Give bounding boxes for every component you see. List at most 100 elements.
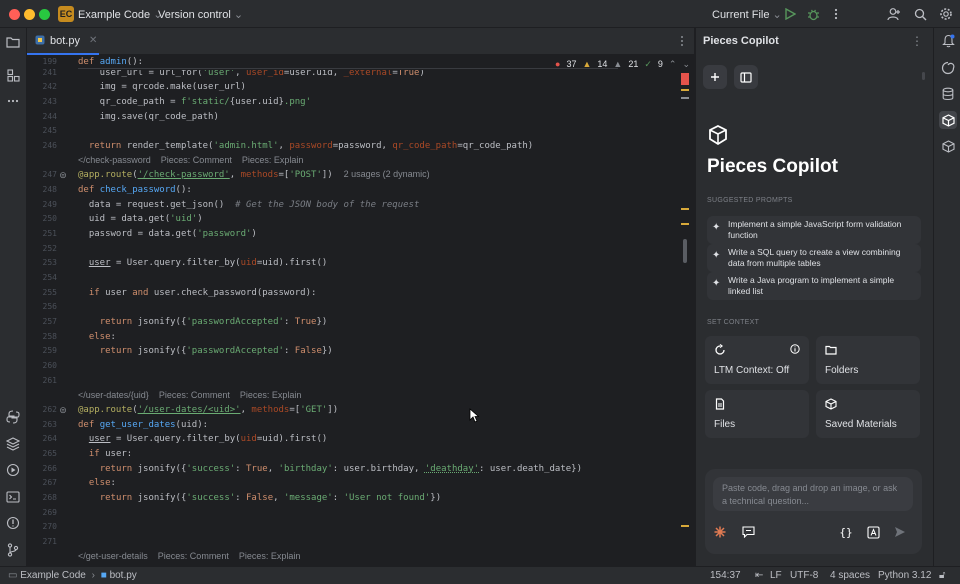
box-icon <box>825 398 837 410</box>
pieces-comment-link[interactable]: Pieces: Comment <box>159 390 230 400</box>
line-number: 248 <box>42 185 57 194</box>
line-number: 263 <box>42 420 57 429</box>
git-branch-icon[interactable] <box>4 541 22 559</box>
scrollbar-thumb[interactable] <box>683 239 687 263</box>
pieces-code-lens[interactable]: </get-user-details Pieces: Comment Pieces:… <box>78 550 310 563</box>
minimize-window-button[interactable] <box>24 9 35 20</box>
pieces-explain-link[interactable]: Pieces: Explain <box>240 390 302 400</box>
breadcrumb-project[interactable]: Example Code <box>20 570 86 581</box>
image-text-icon[interactable] <box>866 525 880 539</box>
project-selector[interactable]: Example Code ⌄ <box>78 8 162 21</box>
line-number: 250 <box>42 214 57 223</box>
route-hint[interactable]: </get-user-details <box>78 551 148 561</box>
info-icon[interactable] <box>790 344 800 354</box>
warning-mark[interactable] <box>681 208 689 210</box>
inspection-widget[interactable]: ● 37 ▲ 14 ▲ 21 ✓ 9 ⌃ ⌄ <box>555 58 690 70</box>
folders-card[interactable]: Folders <box>816 336 920 384</box>
indent-setting[interactable]: 4 spaces <box>830 570 870 581</box>
card-label: Saved Materials <box>825 419 897 430</box>
files-card[interactable]: Files <box>705 390 809 438</box>
tab-bot-py[interactable]: bot.py ✕ <box>27 28 99 55</box>
line-number: 242 <box>42 82 57 91</box>
services-icon[interactable] <box>4 461 22 479</box>
line-separator[interactable]: LF <box>770 570 782 581</box>
chat-bubble-icon[interactable] <box>741 525 755 539</box>
run-icon[interactable] <box>781 5 799 23</box>
debug-icon[interactable] <box>804 5 822 23</box>
pieces-copilot-icon[interactable] <box>939 111 957 129</box>
terminal-icon[interactable] <box>4 488 22 506</box>
endpoint-icon[interactable]: ⊜ <box>57 403 69 417</box>
route-hint[interactable]: </check-password <box>78 155 151 165</box>
problems-icon[interactable] <box>4 514 22 532</box>
folder-icon <box>825 345 837 355</box>
file-encoding[interactable]: UTF-8 <box>790 570 818 581</box>
code-line: return jsonify({'success': False, 'messa… <box>99 493 442 503</box>
toggle-sidebar-button[interactable] <box>734 65 758 89</box>
pieces-explain-link[interactable]: Pieces: Explain <box>239 551 301 561</box>
code-editor[interactable]: 199 241 242 243 244 245 246 247 ⊜ 248 24… <box>27 55 694 566</box>
gear-icon[interactable] <box>937 5 955 23</box>
weak-warning-mark[interactable] <box>681 97 689 99</box>
database-icon[interactable] <box>939 85 957 103</box>
python-file-icon: ■ <box>100 570 107 581</box>
saved-materials-card[interactable]: Saved Materials <box>816 390 920 438</box>
cursor-position[interactable]: 154:37 <box>710 570 741 581</box>
more-vertical-icon[interactable] <box>827 5 845 23</box>
run-config-selector[interactable]: Current File ⌄ <box>712 8 782 21</box>
chevron-up-icon[interactable]: ⌃ <box>669 59 677 70</box>
pieces-comment-link[interactable]: Pieces: Comment <box>158 551 229 561</box>
line-number: 256 <box>42 302 57 311</box>
chat-input[interactable]: Paste code, drag and drop an image, or a… <box>713 477 913 511</box>
code-line: password = data.get('password') <box>78 229 257 239</box>
add-user-icon[interactable] <box>885 5 903 23</box>
notifications-icon[interactable] <box>939 32 957 50</box>
close-window-button[interactable] <box>9 9 20 20</box>
more-horizontal-icon[interactable] <box>4 92 22 110</box>
code-line: user = User.query.filter_by(uid=uid).fir… <box>88 434 328 444</box>
route-hint[interactable]: </user-dates/{uid} <box>78 390 149 400</box>
pieces-code-lens[interactable]: </check-password Pieces: Comment Pieces: E… <box>78 154 313 167</box>
vcs-selector[interactable]: Version control ⌄ <box>158 8 243 21</box>
warning-mark[interactable] <box>681 525 689 527</box>
project-badge[interactable]: EC <box>58 6 74 22</box>
indent-status-icon[interactable]: ⇤ <box>755 570 763 581</box>
ltm-context-card[interactable]: LTM Context: Off <box>705 336 809 384</box>
structure-icon[interactable] <box>4 66 22 84</box>
error-mark[interactable] <box>681 73 689 85</box>
pieces-drive-icon[interactable] <box>939 137 957 155</box>
send-icon[interactable] <box>893 525 907 539</box>
layers-icon[interactable] <box>4 435 22 453</box>
more-vertical-icon[interactable]: ⋮ <box>911 34 923 48</box>
maximize-window-button[interactable] <box>39 9 50 20</box>
endpoint-icon[interactable]: ⊜ <box>57 168 69 182</box>
read-only-toggle-icon[interactable]: 🔓︎ <box>939 570 945 581</box>
new-chat-button[interactable] <box>703 65 727 89</box>
close-icon[interactable]: ✕ <box>89 35 97 46</box>
warning-mark[interactable] <box>681 89 689 91</box>
line-number: 258 <box>42 332 57 341</box>
usages-hint[interactable]: 2 usages (2 dynamic) <box>344 169 430 179</box>
error-stripe[interactable] <box>678 55 694 566</box>
folder-icon[interactable] <box>4 33 22 51</box>
suggested-prompt[interactable]: ✦ Write a SQL query to create a view comb… <box>707 244 921 272</box>
line-gutter: 199 241 242 243 244 245 246 247 ⊜ 248 24… <box>27 55 77 566</box>
warning-mark[interactable] <box>681 223 689 225</box>
ai-assistant-icon[interactable] <box>939 59 957 77</box>
suggested-prompt[interactable]: ✦ Implement a simple JavaScript form vali… <box>707 216 921 244</box>
search-icon[interactable] <box>911 5 929 23</box>
scrollbar-thumb[interactable] <box>922 72 925 80</box>
python-interpreter[interactable]: Python 3.12 <box>878 570 931 581</box>
code-braces-icon[interactable]: {} <box>839 525 853 539</box>
pieces-comment-link[interactable]: Pieces: Comment <box>161 155 232 165</box>
sparkle-icon: ✦ <box>712 278 721 289</box>
python-console-icon[interactable] <box>4 408 22 426</box>
model-selector-icon[interactable] <box>713 525 727 539</box>
pieces-code-lens[interactable]: </user-dates/{uid} Pieces: Comment Pieces:… <box>78 389 311 402</box>
tab-options-icon[interactable] <box>680 35 684 50</box>
code-line: img.save(qr_code_path) <box>78 112 219 122</box>
breadcrumb-file[interactable]: bot.py <box>110 570 137 581</box>
pieces-explain-link[interactable]: Pieces: Explain <box>242 155 304 165</box>
suggested-prompt[interactable]: ✦ Write a Java program to implement a sim… <box>707 272 921 300</box>
code-text[interactable]: def admin(): user_url = url_for('user', … <box>78 55 678 566</box>
